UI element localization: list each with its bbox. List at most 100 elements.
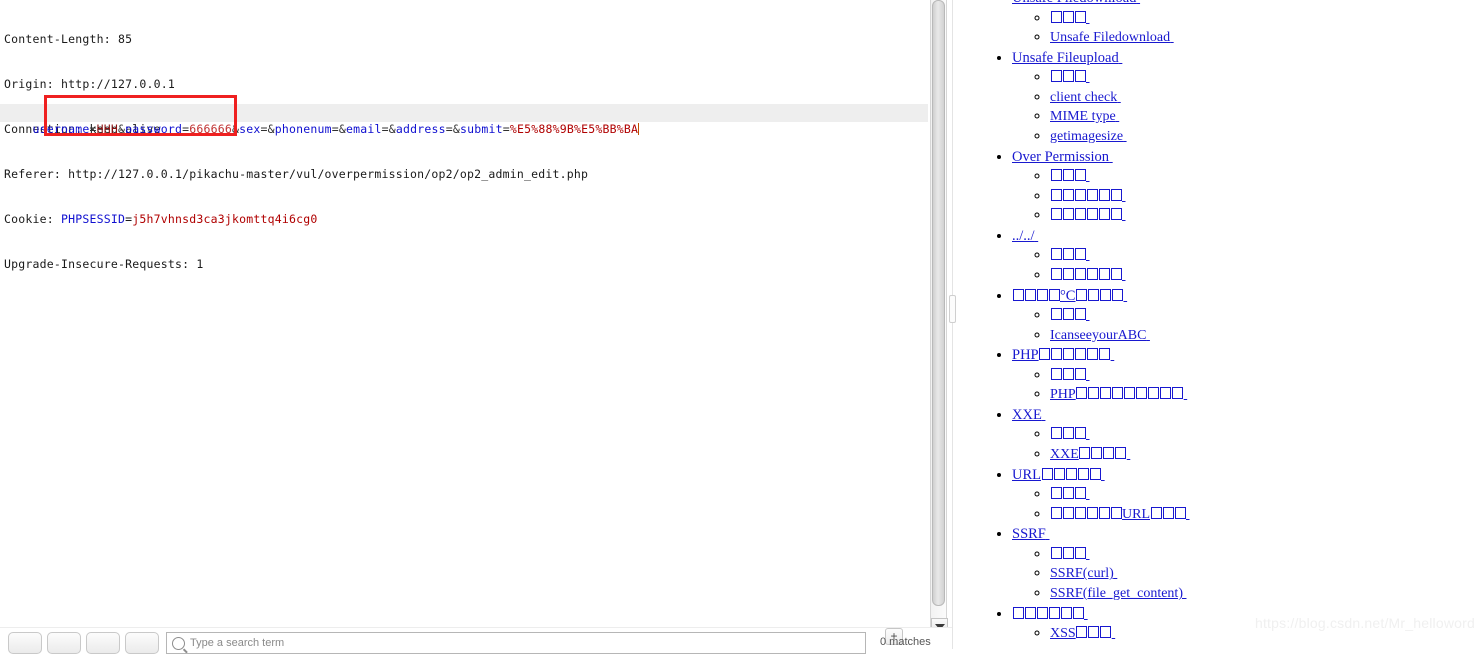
unsupported-glyph bbox=[1062, 487, 1074, 500]
nav-group-link[interactable]: XXE bbox=[1012, 407, 1045, 423]
nav-sub-item bbox=[1050, 167, 1483, 187]
nav-group-link[interactable]: Over Permission bbox=[1012, 149, 1113, 165]
unsupported-glyph bbox=[1075, 288, 1087, 301]
nav-group-link[interactable] bbox=[1012, 606, 1088, 622]
nav-sub-link[interactable] bbox=[1050, 248, 1090, 263]
nav-sub-link[interactable]: XXE bbox=[1050, 447, 1130, 462]
nav-sub-link[interactable]: IcanseeyourABC bbox=[1050, 328, 1150, 343]
unsupported-glyph bbox=[1100, 626, 1112, 639]
nav-top-level-list: Unsafe Filedownload Unsafe Filedownload … bbox=[960, 0, 1483, 644]
nav-sub-item bbox=[1050, 246, 1483, 266]
nav-sub-link[interactable] bbox=[1050, 367, 1090, 383]
unsupported-glyph bbox=[1012, 288, 1024, 301]
nav-group-link[interactable]: PHP bbox=[1012, 347, 1114, 363]
nav-sub-item: SSRF(file_get_content) bbox=[1050, 584, 1483, 604]
unsupported-glyph bbox=[1048, 288, 1060, 301]
header-line-cookie: Cookie: PHPSESSID=j5h7vhnsd3ca3jkomttq4i… bbox=[4, 212, 318, 226]
unsupported-glyph bbox=[1050, 70, 1062, 83]
nav-sub-link[interactable]: URL bbox=[1050, 506, 1190, 522]
nav-group-link[interactable]: °C bbox=[1012, 288, 1127, 304]
nav-sub-item bbox=[1050, 206, 1483, 226]
nav-sub-item bbox=[1050, 485, 1483, 505]
nav-sub-link[interactable] bbox=[1050, 427, 1090, 442]
toolbar-button-1[interactable] bbox=[8, 632, 42, 654]
nav-sub-link[interactable]: Unsafe Filedownload bbox=[1050, 30, 1174, 45]
unsupported-glyph bbox=[1062, 248, 1074, 261]
request-bottom-toolbar[interactable]: Type a search term + 0 matches bbox=[0, 627, 952, 654]
nav-sub-link[interactable] bbox=[1050, 267, 1126, 283]
scrollbar-thumb[interactable] bbox=[932, 0, 945, 606]
unsupported-glyph bbox=[1111, 288, 1123, 301]
unsupported-glyph bbox=[1124, 387, 1136, 400]
unsupported-glyph bbox=[1065, 467, 1077, 480]
nav-group-link[interactable]: URL bbox=[1012, 467, 1105, 483]
param-key-email: email bbox=[346, 122, 382, 136]
nav-sub-link[interactable] bbox=[1050, 546, 1090, 562]
unsupported-glyph bbox=[1050, 169, 1062, 182]
toolbar-button-4[interactable] bbox=[125, 632, 159, 654]
nav-sub-link[interactable] bbox=[1050, 70, 1090, 85]
nav-group-link[interactable]: ../../ bbox=[1012, 228, 1038, 244]
nav-group-link[interactable]: Unsafe Filedownload bbox=[1012, 0, 1140, 6]
unsupported-glyph bbox=[1062, 267, 1074, 280]
header-line: Origin: http://127.0.0.1 bbox=[4, 77, 175, 91]
nav-group-item: Unsafe Filedownload Unsafe Filedownload bbox=[1012, 0, 1483, 48]
nav-group-link[interactable]: SSRF bbox=[1012, 526, 1050, 542]
nav-sub-link[interactable]: PHP bbox=[1050, 387, 1187, 402]
header-line: Upgrade-Insecure-Requests: 1 bbox=[4, 257, 204, 271]
nav-sub-link[interactable]: MIME type bbox=[1050, 109, 1119, 124]
unsupported-glyph bbox=[1099, 348, 1111, 361]
unsupported-glyph bbox=[1024, 288, 1036, 301]
nav-sub-item: XXE bbox=[1050, 445, 1483, 465]
unsupported-glyph bbox=[1062, 10, 1074, 23]
unsupported-glyph bbox=[1074, 267, 1086, 280]
nav-sub-list: URL bbox=[1012, 485, 1483, 524]
nav-sub-link[interactable]: client check bbox=[1050, 90, 1121, 105]
nav-sub-item: IcanseeyourABC bbox=[1050, 326, 1483, 346]
panel-resize-grip[interactable] bbox=[949, 295, 956, 323]
unsupported-glyph bbox=[1160, 387, 1172, 400]
request-body-params[interactable]: username=HHH&password=666666&sex=&phonen… bbox=[4, 105, 640, 153]
unsupported-glyph bbox=[1062, 169, 1074, 182]
param-key-sex: sex bbox=[239, 122, 261, 136]
nav-sub-list: PHP bbox=[1012, 366, 1483, 405]
unsupported-glyph bbox=[1172, 387, 1184, 400]
unsupported-glyph bbox=[1024, 606, 1036, 619]
nav-sub-link[interactable] bbox=[1050, 188, 1126, 204]
unsupported-glyph bbox=[1039, 348, 1051, 361]
unsupported-glyph bbox=[1048, 606, 1060, 619]
nav-sub-link[interactable]: SSRF(curl) bbox=[1050, 566, 1117, 581]
unsupported-glyph bbox=[1089, 467, 1101, 480]
nav-sub-link[interactable]: SSRF(file_get_content) bbox=[1050, 586, 1187, 601]
nav-sub-link[interactable]: XSS bbox=[1050, 626, 1115, 641]
unsupported-glyph bbox=[1036, 606, 1048, 619]
unsupported-glyph bbox=[1086, 506, 1098, 519]
unsupported-glyph bbox=[1074, 487, 1086, 500]
toolbar-button-3[interactable] bbox=[86, 632, 120, 654]
request-vertical-scrollbar[interactable] bbox=[930, 0, 948, 636]
param-value-password: 666666 bbox=[189, 122, 232, 136]
nav-group-item: XXE XXE bbox=[1012, 405, 1483, 465]
vulnerability-nav-list[interactable]: Unsafe Filedownload Unsafe Filedownload … bbox=[960, 0, 1483, 649]
unsupported-glyph bbox=[1077, 467, 1089, 480]
search-placeholder-text: Type a search term bbox=[190, 637, 285, 649]
nav-sub-link[interactable] bbox=[1050, 308, 1090, 323]
http-request-viewer[interactable]: Content-Length: 85 Origin: http://127.0.… bbox=[0, 0, 928, 628]
nav-group-link[interactable]: Unsafe Fileupload bbox=[1012, 50, 1122, 66]
unsupported-glyph bbox=[1074, 208, 1086, 221]
nav-sub-link[interactable] bbox=[1050, 208, 1126, 223]
nav-sub-link[interactable] bbox=[1050, 169, 1090, 184]
unsupported-glyph bbox=[1060, 606, 1072, 619]
unsupported-glyph bbox=[1086, 267, 1098, 280]
nav-sub-link[interactable] bbox=[1050, 487, 1090, 502]
search-input[interactable]: Type a search term bbox=[166, 632, 866, 654]
unsupported-glyph bbox=[1110, 208, 1122, 221]
nav-sub-link[interactable]: getimagesize bbox=[1050, 129, 1127, 144]
unsupported-glyph bbox=[1036, 288, 1048, 301]
nav-sub-list: Unsafe Filedownload bbox=[1012, 9, 1483, 48]
nav-sub-link[interactable] bbox=[1050, 10, 1090, 26]
unsupported-glyph bbox=[1053, 467, 1065, 480]
unsupported-glyph bbox=[1110, 188, 1122, 201]
unsupported-glyph bbox=[1050, 248, 1062, 261]
toolbar-button-2[interactable] bbox=[47, 632, 81, 654]
